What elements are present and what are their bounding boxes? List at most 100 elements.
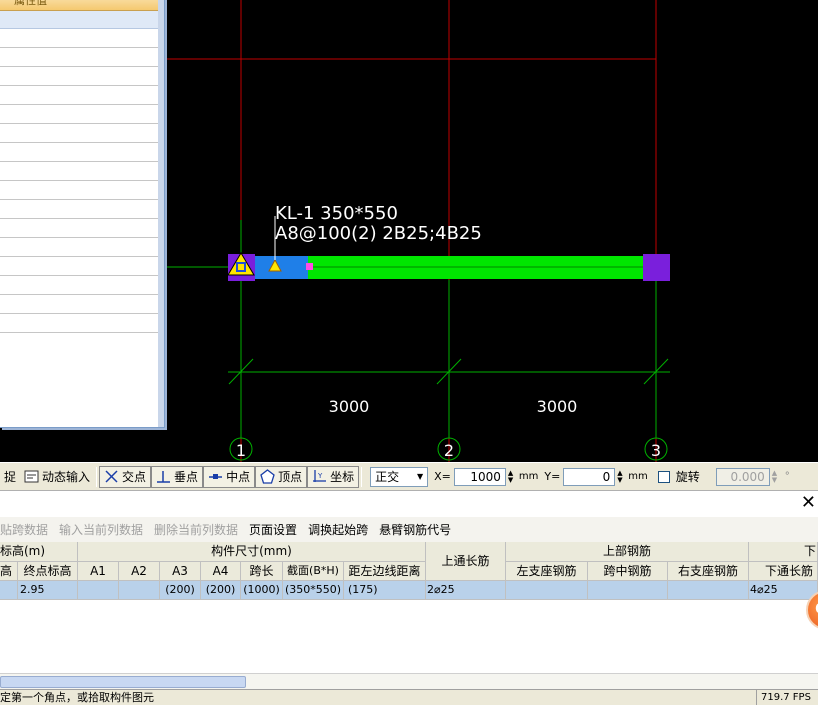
table-cell[interactable]: 2.95: [18, 581, 78, 600]
property-row[interactable]: [0, 276, 158, 295]
grip-marker-icon[interactable]: [306, 263, 313, 270]
ortho-mode-value: 正交: [375, 470, 400, 484]
dynamic-input-button[interactable]: 动态输入: [20, 466, 94, 488]
table-cell[interactable]: [119, 581, 160, 600]
property-row[interactable]: [0, 162, 158, 181]
menu-swap-start-span[interactable]: 调换起始跨: [308, 521, 368, 538]
midpoint-button[interactable]: 中点: [203, 465, 256, 488]
header-col: A1: [78, 562, 119, 581]
y-label: Y=: [544, 470, 561, 483]
property-row[interactable]: [0, 86, 158, 105]
table-cell[interactable]: [78, 581, 119, 600]
property-row[interactable]: [0, 257, 158, 276]
property-row[interactable]: [0, 124, 158, 143]
property-row[interactable]: [0, 105, 158, 124]
dimension-right: 3000: [537, 397, 578, 416]
ortho-mode-select[interactable]: 正交 ▼: [370, 466, 429, 487]
table-cell[interactable]: (1000): [241, 581, 283, 600]
header-col: 高: [0, 562, 18, 581]
perpendicular-button[interactable]: 垂点: [151, 465, 204, 488]
menu-input-column[interactable]: 输入当前列数据: [59, 521, 143, 538]
svg-text:Y: Y: [317, 472, 323, 480]
property-row[interactable]: [0, 219, 158, 238]
header-top-through: 上通长筋: [426, 542, 506, 581]
menu-page-setup[interactable]: 页面设置: [249, 521, 297, 538]
property-row[interactable]: [0, 48, 158, 67]
property-row[interactable]: [0, 314, 158, 333]
toolbar-separator: [96, 466, 98, 487]
table-cell[interactable]: (175): [344, 581, 426, 600]
cad-canvas[interactable]: 3000 3000 1 2 3 KL-1 350*550 A8@100(2) 2…: [0, 0, 818, 462]
beam-kl1-selected[interactable]: [253, 256, 308, 279]
fps-readout: 719.7 FPS: [756, 690, 818, 705]
snap-toolbar: 捉 动态输入 交点 垂点 中点 顶点 Y 坐标 正交 ▼ X= 1000 ▲ ▼…: [0, 462, 818, 490]
close-icon[interactable]: ✕: [801, 494, 816, 512]
snap-button[interactable]: 捉: [0, 466, 20, 488]
header-col: 终点标高: [18, 562, 78, 581]
property-panel-subheader: [0, 11, 164, 29]
pane-menu: 贴跨数据 输入当前列数据 删除当前列数据 页面设置 调换起始跨 悬臂钢筋代号: [0, 517, 818, 542]
menu-paste-span[interactable]: 贴跨数据: [0, 521, 48, 538]
property-row[interactable]: [0, 181, 158, 200]
column-right[interactable]: [643, 254, 670, 281]
table-cell[interactable]: 2⌀25: [426, 581, 506, 600]
scrollbar-thumb[interactable]: [0, 676, 246, 688]
table-cell[interactable]: (350*550): [283, 581, 344, 600]
header-col: 跨中钢筋: [588, 562, 668, 581]
table-cell[interactable]: 4⌀25: [749, 581, 818, 600]
table-cell[interactable]: (200): [201, 581, 241, 600]
property-row[interactable]: [0, 67, 158, 86]
perpendicular-label: 垂点: [174, 470, 199, 484]
x-unit: mm: [518, 471, 539, 482]
header-col: A3: [160, 562, 201, 581]
coordinate-icon: Y: [313, 470, 327, 482]
table-cell[interactable]: [668, 581, 749, 600]
table-cell[interactable]: [506, 581, 588, 600]
table-cell[interactable]: (200): [160, 581, 201, 600]
status-bar: 定第一个角点，或拾取构件图元 719.7 FPS: [0, 689, 818, 705]
midpoint-icon: [209, 474, 223, 479]
perpendicular-icon: [157, 471, 171, 483]
y-input[interactable]: 0: [563, 467, 616, 486]
property-row[interactable]: [0, 200, 158, 219]
x-spinner[interactable]: ▲ ▼: [508, 469, 517, 484]
property-panel-scrollbar[interactable]: [158, 0, 164, 427]
dimension-left: 3000: [329, 397, 370, 416]
degree-symbol: °: [784, 471, 790, 482]
property-row[interactable]: [0, 295, 158, 314]
rotate-checkbox[interactable]: [657, 470, 670, 483]
x-input[interactable]: 1000: [453, 467, 506, 486]
vertex-label: 顶点: [278, 470, 303, 484]
table-cell[interactable]: [588, 581, 668, 600]
header-col: A4: [201, 562, 241, 581]
axis-label-1: 1: [236, 441, 246, 460]
y-unit: mm: [628, 471, 648, 482]
header-col: 右支座钢筋: [668, 562, 749, 581]
y-spinner[interactable]: ▲ ▼: [617, 469, 626, 484]
property-panel: 属性值: [0, 0, 165, 428]
property-row[interactable]: [0, 29, 158, 48]
coordinate-button[interactable]: Y 坐标: [307, 465, 360, 488]
toolbar-separator: [361, 466, 363, 487]
chevron-down-icon[interactable]: ▼: [413, 468, 427, 486]
header-bottom-group: 下: [749, 542, 818, 562]
status-message: 定第一个角点，或拾取构件图元: [0, 691, 154, 704]
menu-cantilever-code[interactable]: 悬臂钢筋代号: [379, 521, 451, 538]
property-row[interactable]: [0, 143, 158, 162]
menu-delete-column[interactable]: 删除当前列数据: [154, 521, 238, 538]
property-row[interactable]: [0, 238, 158, 257]
intersection-button[interactable]: 交点: [99, 465, 152, 488]
dynamic-input-icon: [24, 470, 39, 483]
header-col: 距左边线距离: [344, 562, 426, 581]
header-col: 下通长筋: [749, 562, 818, 581]
intersection-icon: [105, 470, 118, 483]
header-top-rebar-group: 上部钢筋: [506, 542, 749, 562]
header-size-group: 构件尺寸(mm): [78, 542, 426, 562]
axis-label-2: 2: [444, 441, 454, 460]
table-cell[interactable]: [0, 581, 18, 600]
vertex-button[interactable]: 顶点: [255, 465, 308, 488]
rotate-spinner[interactable]: ▲ ▼: [772, 469, 781, 484]
rotate-input[interactable]: 0.000: [715, 467, 770, 486]
beam-label-name: KL-1 350*550: [275, 203, 398, 224]
horizontal-scrollbar[interactable]: [0, 673, 818, 689]
